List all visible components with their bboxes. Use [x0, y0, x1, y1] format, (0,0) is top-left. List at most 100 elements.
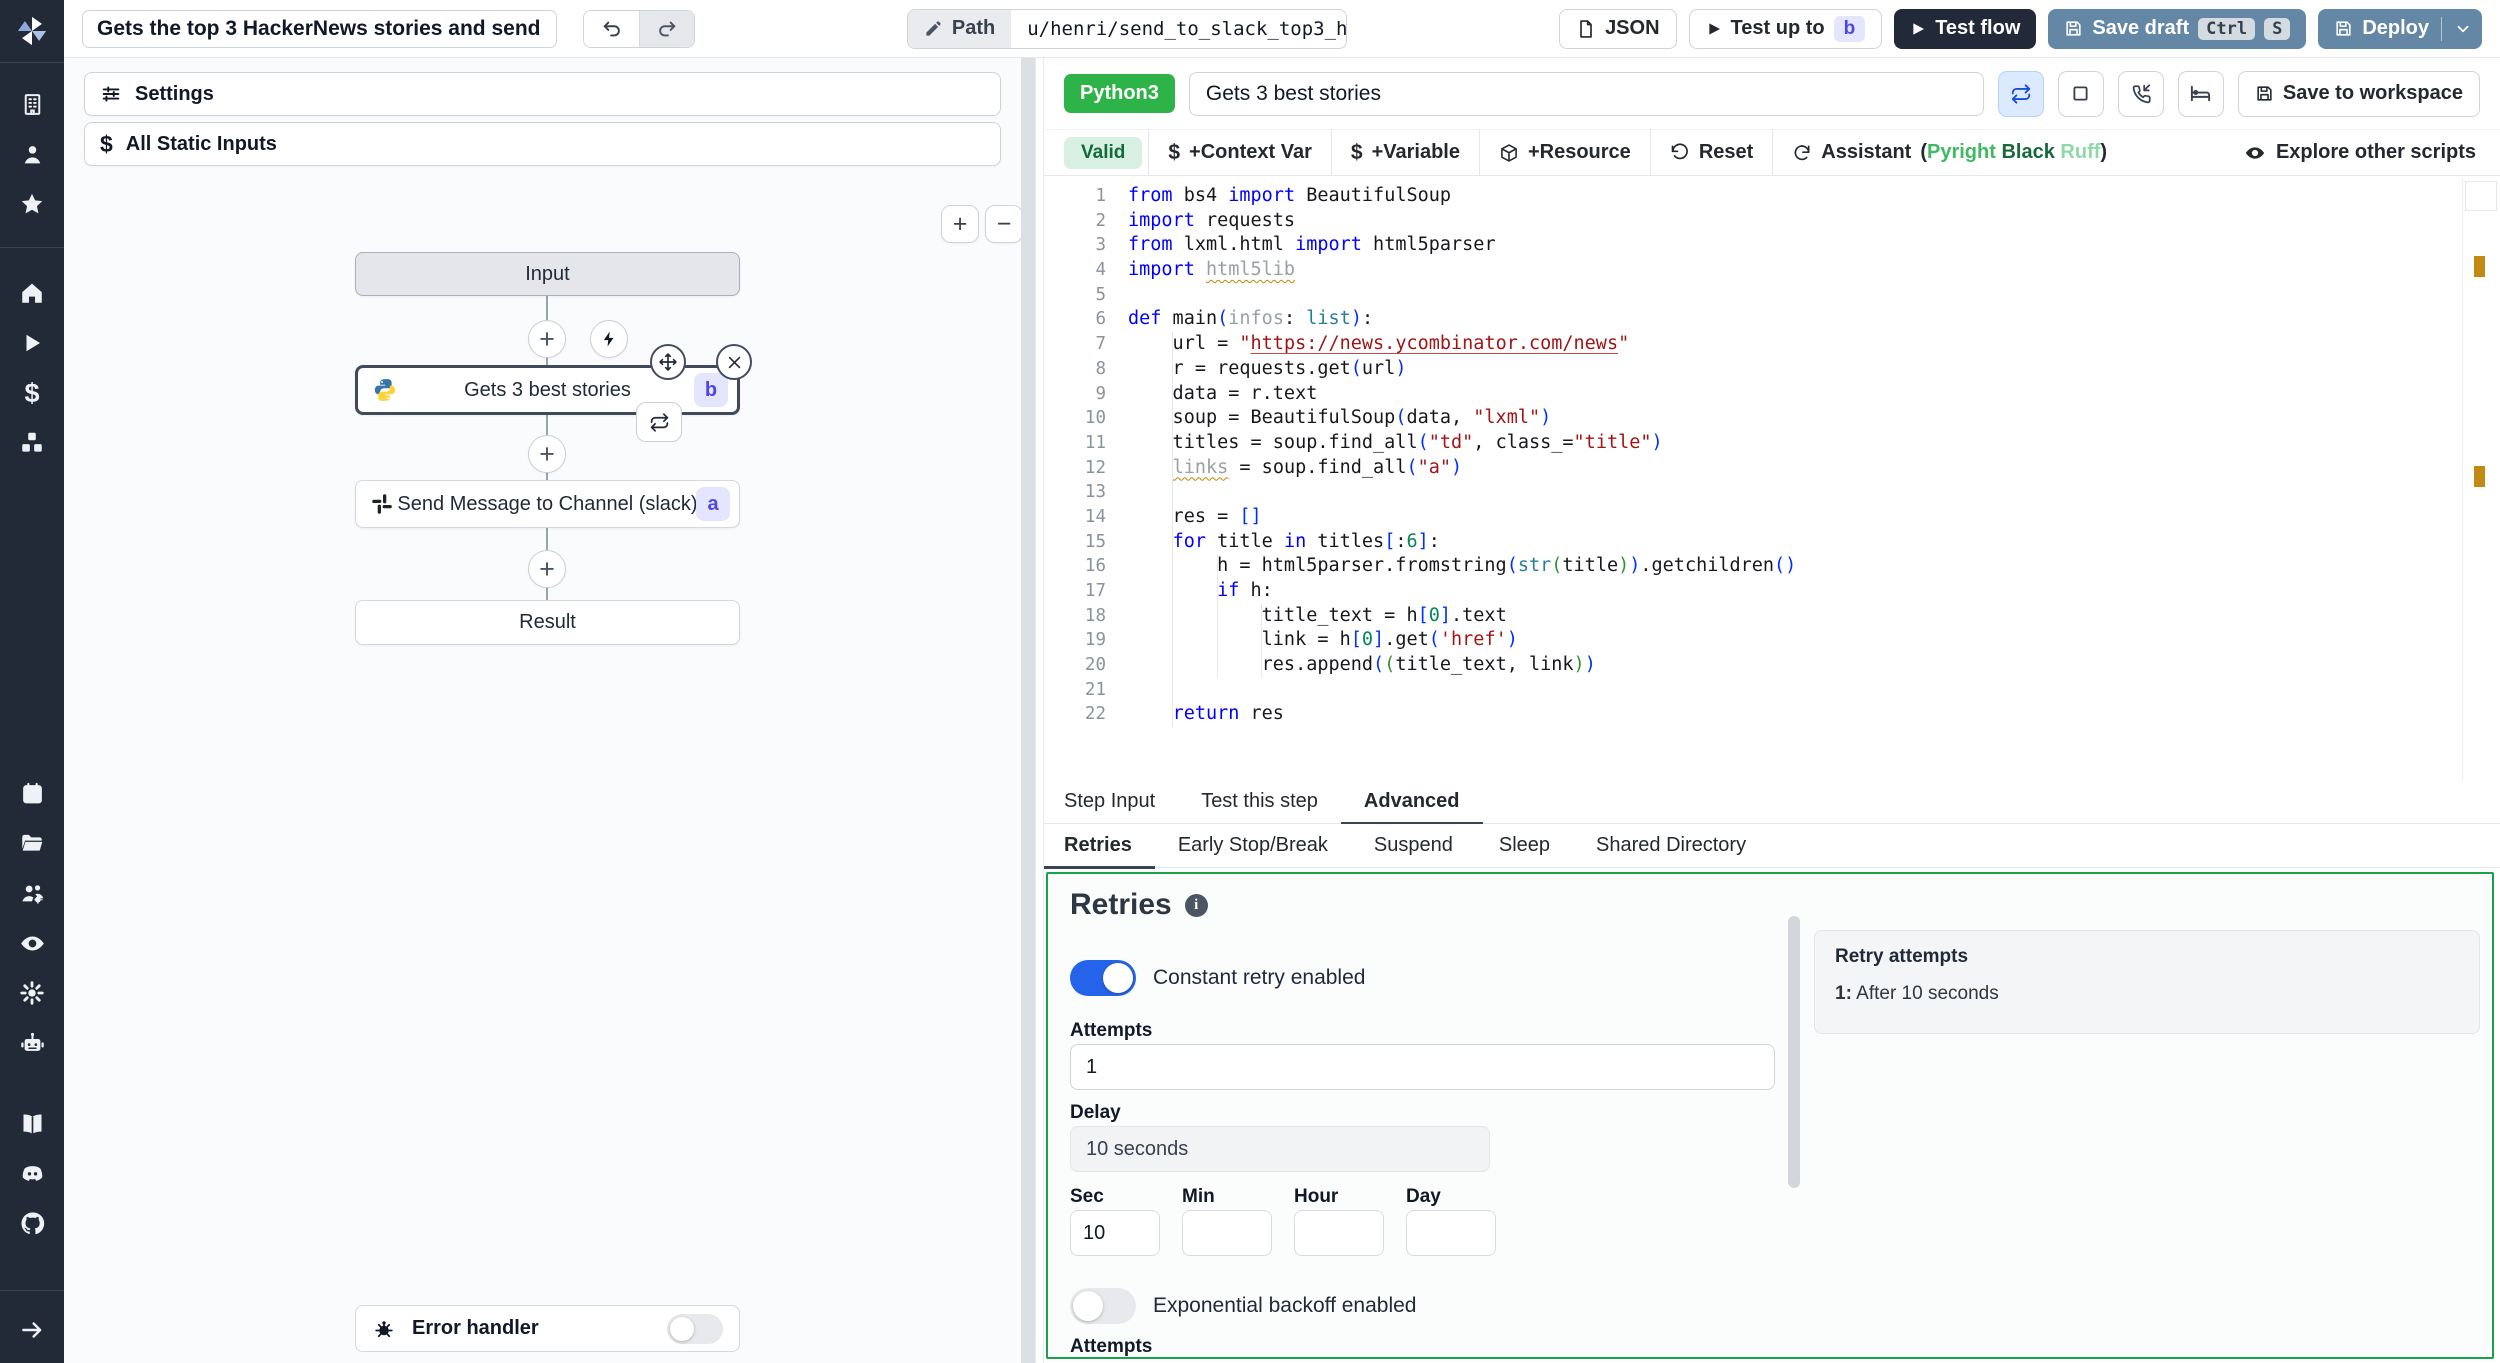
assistant-button[interactable]: Assistant (Pyright Black Ruff) [1772, 130, 2126, 175]
add-step-button[interactable]: + [528, 435, 566, 473]
runs-play-icon[interactable] [0, 318, 64, 368]
add-variable-button[interactable]: $ +Variable [1330, 130, 1479, 175]
warning-marker [2474, 466, 2485, 487]
error-handler-toggle[interactable] [667, 1313, 723, 1344]
settings-gear-icon[interactable] [0, 968, 64, 1018]
trigger-bolt-button[interactable] [590, 320, 628, 358]
suspend-phone-icon-button[interactable] [2117, 70, 2164, 117]
code-line: 19 link = h[0].get('href') [1044, 628, 2500, 654]
minimap-toggle[interactable] [2465, 181, 2497, 211]
tab-test-this-step[interactable]: Test this step [1178, 780, 1341, 823]
workspace-building-icon[interactable] [0, 79, 64, 129]
save-to-workspace-button[interactable]: Save to workspace [2237, 70, 2480, 117]
code-line: 12 links = soup.find_all("a") [1044, 455, 2500, 481]
hour-label: Hour [1294, 1186, 1339, 1207]
undo-button[interactable] [584, 10, 639, 47]
tab-step-input[interactable]: Step Input [1044, 780, 1178, 823]
test-up-to-button[interactable]: Test up to b [1688, 8, 1883, 49]
tab-suspend[interactable]: Suspend [1351, 824, 1476, 867]
info-icon[interactable]: i [1184, 893, 1208, 917]
attempts-input[interactable] [1070, 1044, 1775, 1090]
github-icon[interactable] [0, 1198, 64, 1248]
favorites-star-icon[interactable] [0, 179, 64, 229]
user-icon[interactable] [0, 129, 64, 179]
flow-title-input[interactable] [82, 9, 557, 48]
add-step-button[interactable]: + [528, 550, 566, 588]
input-node[interactable]: Input [355, 252, 740, 296]
resources-cubes-icon[interactable] [0, 418, 64, 468]
constant-retry-toggle[interactable] [1070, 960, 1136, 996]
tab-shared-directory[interactable]: Shared Directory [1573, 824, 1769, 867]
home-icon[interactable] [0, 268, 64, 318]
groups-icon[interactable] [0, 868, 64, 918]
retries-scrollbar[interactable] [1788, 916, 1800, 1188]
code-line: 2 import requests [1095, 209, 1296, 231]
tab-advanced[interactable]: Advanced [1340, 780, 1483, 825]
tab-early-stop-break[interactable]: Early Stop/Break [1155, 824, 1351, 867]
sec-input[interactable] [1070, 1210, 1160, 1256]
hour-input[interactable] [1294, 1210, 1384, 1256]
variables-dollar-icon[interactable]: $ [0, 368, 64, 418]
editor-overview-ruler[interactable] [2462, 178, 2500, 780]
code-line: 9 data = r.text [1044, 381, 2500, 407]
audit-eye-icon[interactable] [0, 918, 64, 968]
folders-icon[interactable] [0, 818, 64, 868]
json-button[interactable]: JSON [1559, 8, 1677, 49]
schedules-calendar-icon[interactable] [0, 768, 64, 818]
panel-splitter[interactable] [1035, 58, 1044, 1363]
topbar-actions: JSON Test up to b Test flow Save draft C… [1559, 8, 2482, 49]
retries-loop-icon-button[interactable] [1997, 70, 2044, 117]
loop-repeat-button[interactable] [636, 402, 682, 442]
ruler-track [2462, 178, 2463, 780]
box-icon [1499, 143, 1519, 163]
stop-square-icon-button[interactable] [2057, 70, 2104, 117]
windmill-logo-icon[interactable] [0, 0, 64, 62]
add-context-var-button[interactable]: $ +Context Var [1148, 130, 1331, 175]
step-name-input[interactable] [1188, 71, 1984, 116]
redo-button[interactable] [639, 10, 694, 47]
code-line: 16 h = html5parser.fromstring(str(title)… [1044, 554, 2500, 579]
pencil-icon [924, 19, 943, 38]
code-editor[interactable]: 1 from bs4 import BeautifulSoup 2 import re… [1044, 178, 2500, 780]
slack-icon [370, 492, 394, 516]
test-flow-button[interactable]: Test flow [1894, 8, 2037, 49]
path-value-input[interactable]: u/henri/send_to_slack_top3_hn [1011, 10, 1346, 48]
expand-arrow-icon[interactable] [0, 1305, 64, 1355]
discord-icon[interactable] [0, 1148, 64, 1198]
zoom-out-button[interactable]: − [985, 205, 1023, 243]
workers-robot-icon[interactable] [0, 1018, 64, 1068]
save-icon [2255, 84, 2274, 103]
add-resource-button[interactable]: +Resource [1478, 130, 1650, 175]
tab-retries[interactable]: Retries [1044, 824, 1155, 869]
code-line: 3 from lxml.html import html5parser [1095, 234, 1496, 256]
result-node[interactable]: Result [355, 600, 740, 645]
chevron-down-icon[interactable] [2454, 20, 2472, 38]
canvas-scrollbar[interactable] [1021, 58, 1035, 1363]
deploy-button[interactable]: Deploy [2318, 8, 2482, 49]
preview-item: 1: After 10 seconds [1835, 983, 1999, 1004]
flow-settings-button[interactable]: Settings [84, 72, 1001, 116]
move-step-button[interactable] [650, 344, 686, 380]
save-draft-button[interactable]: Save draft Ctrl S [2048, 8, 2307, 49]
step-badge-a: a [696, 487, 730, 521]
sidebar-divider [0, 62, 64, 63]
exponential-backoff-toggle[interactable] [1070, 1288, 1136, 1324]
reset-button[interactable]: Reset [1649, 130, 1772, 175]
explore-other-scripts-button[interactable]: Explore other scripts [2225, 130, 2500, 175]
code-line: 17 if h: [1044, 579, 2500, 604]
day-input[interactable] [1406, 1210, 1496, 1256]
path-label[interactable]: Path [907, 9, 1012, 48]
kbd-s: S [2264, 17, 2291, 40]
add-step-button[interactable]: + [528, 320, 566, 358]
zoom-in-button[interactable]: + [941, 205, 979, 243]
sleep-bed-icon-button[interactable] [2177, 70, 2224, 117]
step-node-send-message-slack[interactable]: Send Message to Channel (slack) a [355, 480, 740, 528]
all-static-inputs-button[interactable]: $ All Static Inputs [84, 122, 1001, 166]
docs-book-icon[interactable] [0, 1098, 64, 1148]
play-icon [1910, 21, 1926, 37]
error-handler-node[interactable]: Error handler [355, 1305, 740, 1352]
step-badge-b: b [694, 373, 728, 407]
delete-step-button[interactable] [716, 344, 752, 380]
min-input[interactable] [1182, 1210, 1272, 1256]
tab-sleep[interactable]: Sleep [1476, 824, 1573, 867]
